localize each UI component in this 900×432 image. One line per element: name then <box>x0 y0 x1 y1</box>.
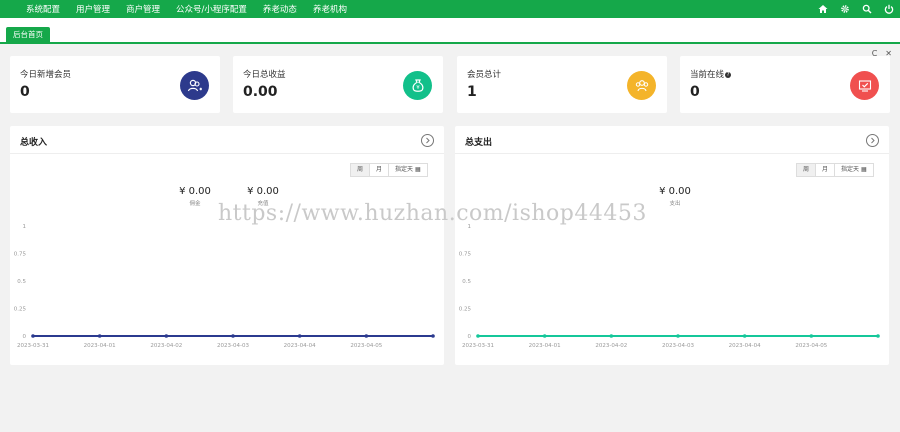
top-menu: 系统配置 用户管理 商户管理 公众号/小程序配置 养老动态 养老机构 <box>0 3 363 15</box>
x-tick-label: 2023-04-01 <box>84 343 116 349</box>
x-tick-label: 2023-03-31 <box>17 343 49 349</box>
tab-bar: 后台首页 <box>0 18 900 44</box>
home-icon[interactable] <box>817 4 828 15</box>
monitor-check-icon <box>850 71 879 100</box>
x-tick-label: 2023-04-03 <box>217 343 249 349</box>
data-point <box>476 334 480 338</box>
stat-label: 今日新增会员 <box>20 70 72 80</box>
data-point <box>542 334 547 338</box>
data-point <box>231 334 235 338</box>
expense-panel: 总支出 周 月 指定天 ▦ ¥ 0.00 支出 0 0.25 0.5 0.75 1 202… <box>455 126 889 365</box>
y-tick-label: 1 <box>468 224 472 230</box>
stat-value: 0 <box>690 84 700 100</box>
x-tick-label: 2023-03-31 <box>462 343 494 349</box>
stat-card-today-revenue: 今日总收益 0.00 ¥ <box>233 56 443 113</box>
data-point <box>297 334 302 338</box>
stat-label: 今日总收益 <box>243 70 286 80</box>
data-point <box>31 334 35 338</box>
y-tick-label: 0.5 <box>17 279 26 285</box>
stat-card-online-now: 当前在线? 0 <box>680 56 890 113</box>
data-point <box>97 334 102 338</box>
y-tick-label: 0.75 <box>14 252 27 258</box>
income-panel: 总收入 周 月 指定天 ▦ ¥ 0.00 佣金 ¥ 0.00 充值 0 0.25 0… <box>10 126 444 365</box>
y-tick-label: 0.5 <box>462 279 471 285</box>
expense-line-chart: 0 0.25 0.5 0.75 1 2023-03-31 2023-04-01 2023-04… <box>459 224 880 349</box>
gear-icon[interactable] <box>839 4 850 15</box>
money-bag-icon: ¥ <box>403 71 432 100</box>
stat-label: 会员总计 <box>467 70 502 80</box>
data-point <box>164 334 169 338</box>
y-tick-label: 0.25 <box>14 307 27 313</box>
tab-dashboard[interactable]: 后台首页 <box>6 27 50 42</box>
income-line-chart: 0 0.25 0.5 0.75 1 2023-03-31 2023-04-01 2023-04… <box>14 224 435 349</box>
y-tick-label: 1 <box>23 224 27 230</box>
nav-item-merchant-management[interactable]: 商户管理 <box>126 3 160 15</box>
x-tick-label: 2023-04-02 <box>595 343 627 349</box>
data-point <box>431 334 435 338</box>
nav-item-user-management[interactable]: 用户管理 <box>76 3 110 15</box>
users-add-icon <box>180 71 209 100</box>
x-tick-label: 2023-04-05 <box>795 343 827 349</box>
stat-value: 0.00 <box>243 84 278 100</box>
data-point <box>676 334 680 338</box>
x-tick-label: 2023-04-05 <box>350 343 382 349</box>
data-point <box>742 334 747 338</box>
search-icon[interactable] <box>861 4 872 15</box>
svg-text:¥: ¥ <box>416 85 420 91</box>
nav-item-elderly-institutions[interactable]: 养老机构 <box>313 3 347 15</box>
nav-item-system-config[interactable]: 系统配置 <box>26 3 60 15</box>
stat-label: 当前在线 <box>690 70 725 80</box>
x-tick-label: 2023-04-04 <box>729 343 761 349</box>
nav-item-wechat-config[interactable]: 公众号/小程序配置 <box>176 3 247 15</box>
y-tick-label: 0.25 <box>459 307 472 313</box>
top-nav-bar: 系统配置 用户管理 商户管理 公众号/小程序配置 养老动态 养老机构 <box>0 0 900 18</box>
stat-value: 0 <box>20 84 30 100</box>
data-point <box>809 334 814 338</box>
x-tick-label: 2023-04-03 <box>662 343 694 349</box>
stat-value: 1 <box>467 84 477 100</box>
group-icon <box>627 71 656 100</box>
y-tick-label: 0 <box>23 334 27 340</box>
power-icon[interactable] <box>883 4 894 15</box>
nav-item-elderly-news[interactable]: 养老动态 <box>263 3 297 15</box>
stat-label-wrap: 当前在线? <box>690 68 732 80</box>
stat-card-new-members: 今日新增会员 0 <box>10 56 220 113</box>
x-tick-label: 2023-04-01 <box>529 343 561 349</box>
data-point <box>364 334 369 338</box>
x-tick-label: 2023-04-04 <box>284 343 316 349</box>
y-tick-label: 0 <box>468 334 472 340</box>
data-point <box>876 334 880 338</box>
y-tick-label: 0.75 <box>459 252 472 258</box>
x-tick-label: 2023-04-02 <box>150 343 182 349</box>
info-icon[interactable]: ? <box>725 71 732 78</box>
data-point <box>609 334 614 338</box>
stat-card-total-members: 会员总计 1 <box>457 56 667 113</box>
